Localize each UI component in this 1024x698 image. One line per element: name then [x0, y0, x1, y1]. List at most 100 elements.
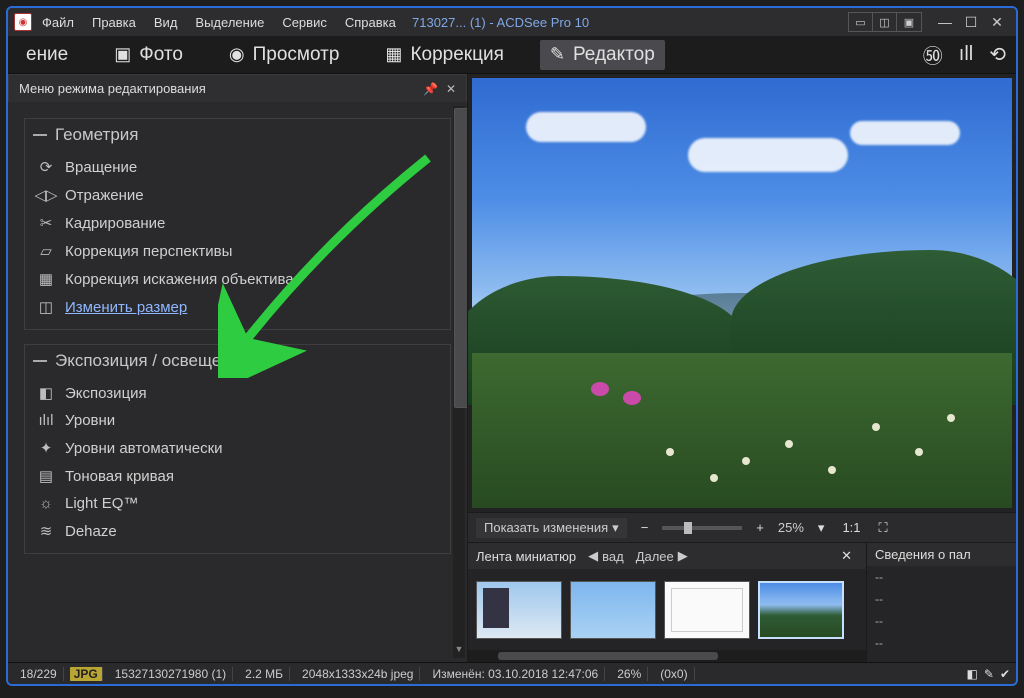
- zoom-dropdown-icon[interactable]: ▾: [814, 520, 829, 536]
- statusbar-icons: ◧ ✎ ✔: [967, 667, 1010, 681]
- check-icon[interactable]: ✔: [1000, 667, 1010, 681]
- tool-lighteq[interactable]: ☼Light EQ™: [25, 490, 450, 517]
- sync-icon[interactable]: ⟲: [989, 42, 1006, 67]
- slider-knob[interactable]: [684, 522, 692, 534]
- status-zoom: 26%: [611, 667, 648, 681]
- status-format-badge: JPG: [70, 667, 103, 681]
- tag-icon[interactable]: ◧: [967, 667, 978, 681]
- status-index: 18/229: [14, 667, 64, 681]
- perspective-icon: ▱: [37, 242, 55, 260]
- zoom-1to1-button[interactable]: 1:1: [838, 520, 864, 535]
- tool-levels[interactable]: ılılУровни: [25, 407, 450, 434]
- tool-resize[interactable]: ◫Изменить размер: [25, 293, 450, 321]
- info-row: --: [867, 566, 1016, 588]
- zoom-in-button[interactable]: +: [752, 520, 768, 535]
- dehaze-icon: ≋: [37, 522, 55, 540]
- collapse-icon: [33, 360, 47, 362]
- info-row: --: [867, 610, 1016, 632]
- crop-icon: ✂: [37, 214, 55, 232]
- filmstrip-header: Лента миниатюр ◀ вад Далее ▶ ✕: [468, 543, 866, 569]
- tool-lens[interactable]: ▦Коррекция искажения объектива: [25, 265, 450, 293]
- edit-panel-header: Меню режима редактирования 📌 ✕: [8, 74, 467, 102]
- minimize-button[interactable]: —: [932, 12, 958, 32]
- group-geometry: Геометрия ⟳Вращение ◁▷Отражение ✂Кадриро…: [24, 118, 451, 330]
- close-button[interactable]: ✕: [984, 12, 1010, 32]
- flip-icon: ◁▷: [37, 186, 55, 204]
- bottom-strips: Лента миниатюр ◀ вад Далее ▶ ✕ Сведения: [468, 542, 1016, 662]
- mode-edit[interactable]: ✎Редактор: [540, 40, 665, 70]
- panel-scrollbar[interactable]: ▼: [453, 106, 465, 658]
- lens-distort-icon: ▦: [37, 270, 55, 288]
- menu-view[interactable]: Вид: [154, 15, 178, 30]
- lighteq-icon: ☼: [37, 495, 55, 512]
- menu-help[interactable]: Справка: [345, 15, 396, 30]
- levels-icon: ılıl: [37, 412, 55, 429]
- mode-tabs: ение ▣Фото ◉Просмотр ▦Коррекция ✎Редакто…: [8, 36, 1016, 74]
- scrollbar-thumb[interactable]: [454, 108, 467, 408]
- filmstrip-scrollbar[interactable]: [468, 650, 866, 662]
- pin-icon[interactable]: 📌: [423, 82, 438, 96]
- main-area: Меню режима редактирования 📌 ✕ Геометрия…: [8, 74, 1016, 662]
- mode-develop[interactable]: ▦Коррекция: [375, 40, 513, 70]
- curves-icon: ▤: [37, 467, 55, 485]
- camera-icon: ◉: [19, 17, 28, 28]
- mode-view[interactable]: ◉Просмотр: [219, 40, 350, 70]
- mode-manage[interactable]: ение: [16, 40, 78, 70]
- rotate-icon: ⟳: [37, 158, 55, 176]
- fit-button[interactable]: ⛶: [875, 520, 892, 536]
- scroll-down-icon[interactable]: ▼: [453, 644, 465, 658]
- thumbnail[interactable]: [664, 581, 750, 639]
- maximize-button[interactable]: ☐: [958, 12, 984, 32]
- image-viewport[interactable]: [468, 74, 1016, 512]
- zoom-slider[interactable]: [662, 526, 742, 530]
- viewer-toolbar: Показать изменения ▾ − + 25% ▾ 1:1 ⛶: [468, 512, 1016, 542]
- mode-photo[interactable]: ▣Фото: [104, 40, 193, 70]
- thumbnail[interactable]: [570, 581, 656, 639]
- titlebar: ◉ Файл Правка Вид Выделение Сервис Справ…: [8, 8, 1016, 36]
- aux-window-btn-3[interactable]: ▣: [897, 13, 921, 31]
- filmstrip-thumbs[interactable]: [468, 569, 866, 650]
- tool-flip[interactable]: ◁▷Отражение: [25, 181, 450, 209]
- tool-curves[interactable]: ▤Тоновая кривая: [25, 462, 450, 490]
- chevron-down-icon: ▾: [612, 520, 619, 536]
- edit-status-icon[interactable]: ✎: [984, 667, 994, 681]
- group-exposure-header[interactable]: Экспозиция / освещение: [25, 345, 450, 379]
- 365-icon[interactable]: ㊿: [923, 40, 943, 69]
- menu-file[interactable]: Файл: [42, 15, 74, 30]
- status-coords: (0x0): [654, 667, 694, 681]
- zoom-out-button[interactable]: −: [637, 520, 653, 535]
- menu-tools[interactable]: Сервис: [282, 15, 327, 30]
- autolevels-icon: ✦: [37, 439, 55, 457]
- filmstrip-back-button[interactable]: ◀ вад: [588, 548, 624, 564]
- filmstrip-close-icon[interactable]: ✕: [841, 548, 852, 564]
- group-geometry-header[interactable]: Геометрия: [25, 119, 450, 153]
- aux-window-btn-1[interactable]: ▭: [849, 13, 873, 31]
- menu-edit[interactable]: Правка: [92, 15, 136, 30]
- tool-rotate[interactable]: ⟳Вращение: [25, 153, 450, 181]
- edit-panel-title: Меню режима редактирования: [19, 81, 206, 96]
- status-modified: Изменён: 03.10.2018 12:47:06: [426, 667, 605, 681]
- tool-crop[interactable]: ✂Кадрирование: [25, 209, 450, 237]
- tool-dehaze[interactable]: ≋Dehaze: [25, 517, 450, 545]
- filmstrip-title: Лента миниатюр: [476, 549, 576, 564]
- thumbnail[interactable]: [476, 581, 562, 639]
- info-row: --: [867, 588, 1016, 610]
- dashboard-icon[interactable]: ıll: [959, 43, 973, 66]
- sliders-icon: ▦: [385, 44, 402, 65]
- show-changes-dropdown[interactable]: Показать изменения ▾: [476, 518, 627, 538]
- pencil-ruler-icon: ✎: [550, 44, 565, 65]
- edit-panel-body: Геометрия ⟳Вращение ◁▷Отражение ✂Кадриро…: [8, 102, 467, 662]
- aux-window-btn-2[interactable]: ◫: [873, 13, 897, 31]
- statusbar: 18/229 JPG 15327130271980 (1) 2.2 МБ 204…: [8, 662, 1016, 684]
- thumbnail-selected[interactable]: [758, 581, 844, 639]
- menu-select[interactable]: Выделение: [195, 15, 264, 30]
- scrollbar-thumb[interactable]: [498, 652, 718, 660]
- filmstrip-next-button[interactable]: Далее ▶: [636, 548, 688, 564]
- tool-autolevels[interactable]: ✦Уровни автоматически: [25, 434, 450, 462]
- status-dimensions: 2048x1333x24b jpeg: [296, 667, 420, 681]
- tool-exposure[interactable]: ◧Экспозиция: [25, 379, 450, 407]
- panel-close-icon[interactable]: ✕: [446, 82, 456, 96]
- viewer-area: Показать изменения ▾ − + 25% ▾ 1:1 ⛶ Лен…: [468, 74, 1016, 662]
- group-exposure: Экспозиция / освещение ◧Экспозиция ılılУ…: [24, 344, 451, 554]
- tool-perspective[interactable]: ▱Коррекция перспективы: [25, 237, 450, 265]
